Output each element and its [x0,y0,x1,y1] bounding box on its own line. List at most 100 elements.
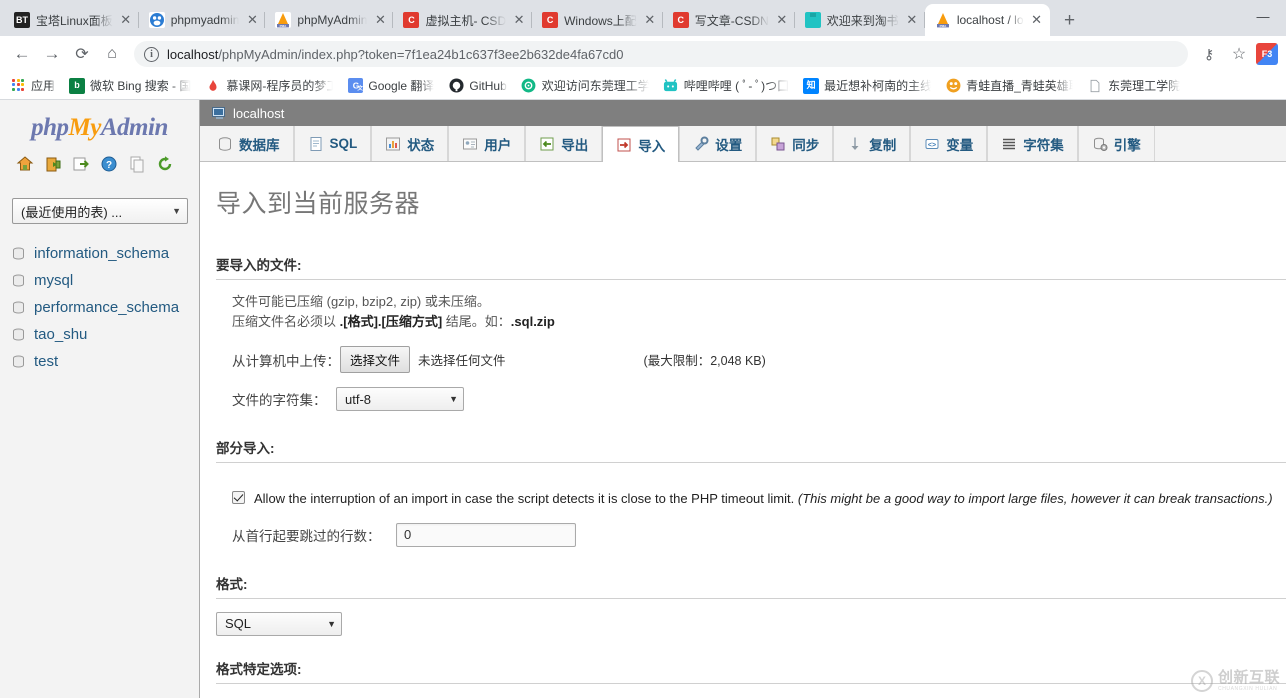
apps-grid-icon [12,79,26,93]
file-section-body: 文件可能已压缩 (gzip, bzip2, zip) 或未压缩。 压缩文件名必须… [216,280,1286,411]
bookmark-star-icon[interactable]: ☆ [1226,41,1252,67]
bookmark-label: 哔哩哔哩 ( ﾟ- ﾟ)つ囗 [684,77,789,94]
svg-text:PMA: PMA [939,24,947,28]
bing-icon: b [69,78,85,94]
pma-main: localhost 数据库SQL状态用户导出导入设置同步复制<>变量字符集引擎 … [200,100,1286,698]
pma-tab-bar: 数据库SQL状态用户导出导入设置同步复制<>变量字符集引擎 [200,126,1286,162]
database-list-item[interactable]: information_schema [10,240,199,267]
bookmark-item[interactable]: b微软 Bing 搜索 - 国 [63,75,197,96]
close-icon[interactable]: ✕ [775,13,789,27]
pma-tab-engines[interactable]: 引擎 [1078,126,1155,161]
pma-tab-import[interactable]: 导入 [602,126,679,162]
phpmyadmin-page: phpMyAdmin ? [0,100,1286,698]
bookmark-item[interactable]: 知最近想补柯南的主线 [797,75,937,96]
browser-tab[interactable]: PMAphpMyAdmin✕ [265,4,393,36]
address-bar[interactable]: i localhost/phpMyAdmin/index.php?token=7… [134,41,1188,67]
bookmark-item[interactable]: G文Google 翻译 [341,75,440,96]
browser-tab[interactable]: C虚拟主机- CSD✕ [393,4,532,36]
format-select[interactable]: SQL ▼ [216,612,342,636]
close-icon[interactable]: ✕ [1030,13,1044,27]
variables-icon: <> [924,136,940,152]
browser-tab[interactable]: BT宝塔Linux面板✕ [4,4,139,36]
browser-tab[interactable]: 欢迎来到淘书 ✕ [795,4,925,36]
allow-interrupt-row: Allow the interruption of an import in c… [232,489,1286,509]
file-note-line-2: 压缩文件名必须以 .[格式].[压缩方式] 结尾。如：.sql.zip [232,312,1286,332]
pma-tab-users[interactable]: 用户 [448,126,525,161]
bookmark-item[interactable]: 哔哩哔哩 ( ﾟ- ﾟ)つ囗 [657,75,795,96]
watermark: X 创新互联 CHUANGXIN HULIAN [1191,670,1280,692]
charset-select[interactable]: utf-8 ▼ [336,387,464,411]
pma-tab-synchronize[interactable]: 同步 [756,126,833,161]
site-info-icon[interactable]: i [144,47,159,62]
browser-toolbar: ← → ⟳ ⌂ i localhost/phpMyAdmin/index.php… [0,36,1286,72]
pma-tab-database[interactable]: 数据库 [204,126,294,161]
reload-icon[interactable] [156,155,174,173]
pma-tab-settings[interactable]: 设置 [679,126,756,161]
csdn-icon: C [673,12,689,28]
pma-tab-export[interactable]: 导出 [525,126,602,161]
home-icon[interactable] [16,155,34,173]
pma-tab-variables[interactable]: <>变量 [910,126,987,161]
browser-tab[interactable]: CWindows上配✕ [532,4,663,36]
toolbar-right-actions: ⚷ ☆ F3 [1196,41,1278,67]
partial-import-fieldset: 部分导入: Allow the interruption of an impor… [216,437,1286,547]
chevron-down-icon: ▼ [449,394,458,404]
browser-tab[interactable]: C写文章-CSDN✕ [663,4,795,36]
forward-icon[interactable]: → [38,40,66,68]
close-icon[interactable]: ✕ [245,13,259,27]
close-icon[interactable]: ✕ [512,13,526,27]
pma-tab-charsets[interactable]: 字符集 [987,126,1078,161]
export-icon [539,136,555,152]
pma-tab-status[interactable]: 状态 [371,126,448,161]
new-tab-button[interactable]: + [1056,6,1084,34]
bookmark-item[interactable]: 慕课网-程序员的梦工 [199,75,339,96]
file-import-fieldset: 要导入的文件: 文件可能已压缩 (gzip, bzip2, zip) 或未压缩。… [216,254,1286,411]
divider [216,683,1286,684]
watermark-text: 创新互联 CHUANGXIN HULIAN [1218,670,1280,692]
allow-interrupt-checkbox[interactable] [232,491,245,504]
docs-icon[interactable] [128,155,146,173]
bookmark-item[interactable]: 东莞理工学院 [1081,75,1186,96]
extension-icon[interactable]: F3 [1256,43,1278,65]
close-icon[interactable]: ✕ [119,13,133,27]
close-icon[interactable]: ✕ [373,13,387,27]
zhihu-icon: 知 [803,78,819,94]
bookmark-item[interactable]: 欢迎访问东莞理工学 [515,75,655,96]
pma-tab-replication[interactable]: 复制 [833,126,910,161]
skip-rows-row: 从首行起要跳过的行数： 0 [232,523,1286,547]
pma-tab-sql[interactable]: SQL [294,126,372,161]
skip-rows-input[interactable]: 0 [396,523,576,547]
close-icon[interactable]: ✕ [905,13,919,27]
help-icon[interactable]: ? [100,155,118,173]
password-key-icon[interactable]: ⚷ [1196,41,1222,67]
browser-tab-title: 欢迎来到淘书 [827,12,899,29]
home-icon[interactable]: ⌂ [98,40,126,68]
bookmark-item[interactable]: 青蛙直播_青蛙英雄联 [939,75,1079,96]
database-list-item[interactable]: performance_schema [10,294,199,321]
logo-php: php [31,114,68,141]
recent-tables-select[interactable]: (最近使用的表) ... ▼ [12,198,188,224]
watermark-cn: 创新互联 [1218,670,1280,685]
choose-file-button[interactable]: 选择文件 [340,346,410,373]
back-icon[interactable]: ← [8,40,36,68]
baidu-icon [149,12,165,28]
charset-value: utf-8 [345,392,371,407]
reload-icon[interactable]: ⟳ [68,40,96,68]
bookmark-item[interactable]: GitHub [442,76,512,96]
query-window-icon[interactable] [72,155,90,173]
database-list-item[interactable]: test [10,348,199,375]
pma-content: 导入到当前服务器 要导入的文件: 文件可能已压缩 (gzip, bzip2, z… [200,162,1286,698]
upload-label: 从计算机中上传： [232,350,340,370]
browser-tab[interactable]: phpmyadmin✕ [139,4,266,36]
minimize-button[interactable]: — [1240,0,1286,32]
frog-icon [945,78,961,94]
browser-tab[interactable]: PMAlocalhost / lo✕ [925,4,1050,36]
browser-tab-title: phpMyAdmin [297,13,367,27]
close-icon[interactable]: ✕ [643,13,657,27]
pma-logo[interactable]: phpMyAdmin [0,112,199,152]
replication-icon [847,136,863,152]
bookmark-item[interactable]: 应用 [6,75,61,96]
logout-icon[interactable] [44,155,62,173]
database-list-item[interactable]: mysql [10,267,199,294]
database-list-item[interactable]: tao_shu [10,321,199,348]
